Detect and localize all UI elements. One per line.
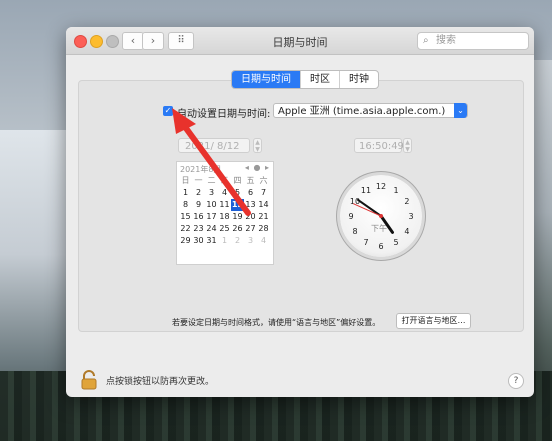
calendar-day[interactable]: 15 <box>179 211 192 223</box>
calendar-day[interactable]: 28 <box>257 223 270 235</box>
calendar-weekday: 日 <box>181 176 190 185</box>
time-stepper[interactable]: ▲ ▼ <box>403 138 412 153</box>
calendar-day[interactable]: 2 <box>231 235 244 247</box>
clock-number: 5 <box>393 238 398 247</box>
clock-number: 7 <box>363 238 368 247</box>
calendar-day[interactable]: 8 <box>179 199 192 211</box>
analog-clock: 12 1 2 3 4 5 6 7 8 9 10 11 下午 <box>340 175 422 257</box>
calendar-day[interactable]: 3 <box>205 187 218 199</box>
clock-number: 8 <box>352 227 357 236</box>
date-time-preferences-window: ‹ › ⠿ 日期与时间 ⌕ 搜索 日期与时间 时区 时钟 ✓ 自动设置日期与时间… <box>66 27 534 397</box>
calendar-day[interactable]: 23 <box>192 223 205 235</box>
clock-minute-hand <box>357 198 382 217</box>
calendar-day[interactable]: 4 <box>218 187 231 199</box>
search-placeholder: 搜索 <box>436 35 456 46</box>
clock-number: 9 <box>348 212 353 221</box>
date-field[interactable]: 2021/ 8/12 <box>178 138 250 153</box>
calendar-day[interactable]: 19 <box>231 211 244 223</box>
time-server-dropdown[interactable]: Apple 亚洲 (time.asia.apple.com.) ⌄ <box>273 103 468 118</box>
calendar-day[interactable]: 1 <box>218 235 231 247</box>
calendar-day[interactable]: 14 <box>257 199 270 211</box>
search-icon: ⌕ <box>423 35 429 46</box>
help-button[interactable]: ? <box>508 373 524 389</box>
search-field[interactable]: ⌕ 搜索 <box>417 32 529 50</box>
calendar-day[interactable]: 26 <box>231 223 244 235</box>
chevron-down-icon: ⌄ <box>454 103 467 118</box>
auto-set-label: 自动设置日期与时间: <box>177 109 271 120</box>
time-server-value: Apple 亚洲 (time.asia.apple.com.) <box>278 106 446 117</box>
lock-hint-text: 点按锁按钮以防再次更改。 <box>106 377 215 387</box>
clock-number: 6 <box>378 242 383 251</box>
calendar-day[interactable]: 22 <box>179 223 192 235</box>
clock-face: 12 1234567891011 <box>348 182 413 251</box>
calendar-day[interactable]: 25 <box>218 223 231 235</box>
clock-number: 2 <box>404 197 409 206</box>
date-stepper[interactable]: ▲ ▼ <box>253 138 262 153</box>
calendar-weekday: 一 <box>194 176 203 185</box>
format-hint-text: 若要设定日期与时间格式，请使用“语言与地区”偏好设置。 <box>172 318 381 327</box>
calendar-day[interactable]: 20 <box>244 211 257 223</box>
calendar[interactable]: 2021年8月 ◂ ● ▸ 日一二三四五六 1 2 3 4 5 6 7 8 9 10 11 12 13 14… <box>176 161 274 265</box>
clock-number: 3 <box>408 212 413 221</box>
calendar-day[interactable]: 24 <box>205 223 218 235</box>
calendar-day[interactable]: 13 <box>244 199 257 211</box>
tab-date-time[interactable]: 日期与时间 <box>232 71 300 88</box>
tab-clock[interactable]: 时钟 <box>339 71 378 88</box>
calendar-month-header: 2021年8月 <box>180 165 222 174</box>
calendar-weekday: 二 <box>207 176 216 185</box>
auto-set-checkbox[interactable]: ✓ <box>163 106 173 116</box>
clock-number: 4 <box>404 227 409 236</box>
calendar-day[interactable]: 3 <box>244 235 257 247</box>
clock-number: 12 <box>376 182 386 191</box>
calendar-day[interactable]: 11 <box>218 199 231 211</box>
calendar-day[interactable]: 27 <box>244 223 257 235</box>
calendar-day-selected[interactable]: 12 <box>231 199 244 211</box>
clock-center-dot <box>379 214 383 218</box>
calendar-day[interactable]: 9 <box>192 199 205 211</box>
tab-bar: 日期与时间 时区 时钟 <box>231 70 379 89</box>
calendar-day[interactable]: 5 <box>231 187 244 199</box>
clock-number: 11 <box>361 186 371 195</box>
calendar-day[interactable]: 7 <box>257 187 270 199</box>
tab-time-zone[interactable]: 时区 <box>300 71 339 88</box>
calendar-grid: 日一二三四五六 1 2 3 4 5 6 7 8 9 10 11 12 13 14 15 16 17 18 19 20 21… <box>179 175 270 247</box>
clock-period-label: 下午 <box>371 224 387 233</box>
calendar-day[interactable]: 6 <box>244 187 257 199</box>
calendar-day[interactable]: 10 <box>205 199 218 211</box>
calendar-weekday: 三 <box>220 176 229 185</box>
calendar-weekday: 五 <box>246 176 255 185</box>
titlebar: ‹ › ⠿ 日期与时间 ⌕ 搜索 <box>66 27 534 55</box>
calendar-day[interactable]: 17 <box>205 211 218 223</box>
calendar-day[interactable]: 2 <box>192 187 205 199</box>
calendar-weekday: 四 <box>233 176 242 185</box>
time-field[interactable]: 16:50:49 <box>354 138 404 153</box>
calendar-day[interactable]: 29 <box>179 235 192 247</box>
clock-number: 1 <box>393 186 398 195</box>
open-language-region-button[interactable]: 打开语言与地区… <box>396 313 471 329</box>
calendar-day[interactable]: 30 <box>192 235 205 247</box>
calendar-day[interactable]: 21 <box>257 211 270 223</box>
calendar-day[interactable]: 31 <box>205 235 218 247</box>
calendar-weekday: 六 <box>259 176 268 185</box>
calendar-day[interactable]: 1 <box>179 187 192 199</box>
calendar-day[interactable]: 4 <box>257 235 270 247</box>
calendar-day[interactable]: 16 <box>192 211 205 223</box>
lock-icon[interactable] <box>80 370 98 390</box>
calendar-nav[interactable]: ◂ ● ▸ <box>245 163 270 172</box>
calendar-day[interactable]: 18 <box>218 211 231 223</box>
